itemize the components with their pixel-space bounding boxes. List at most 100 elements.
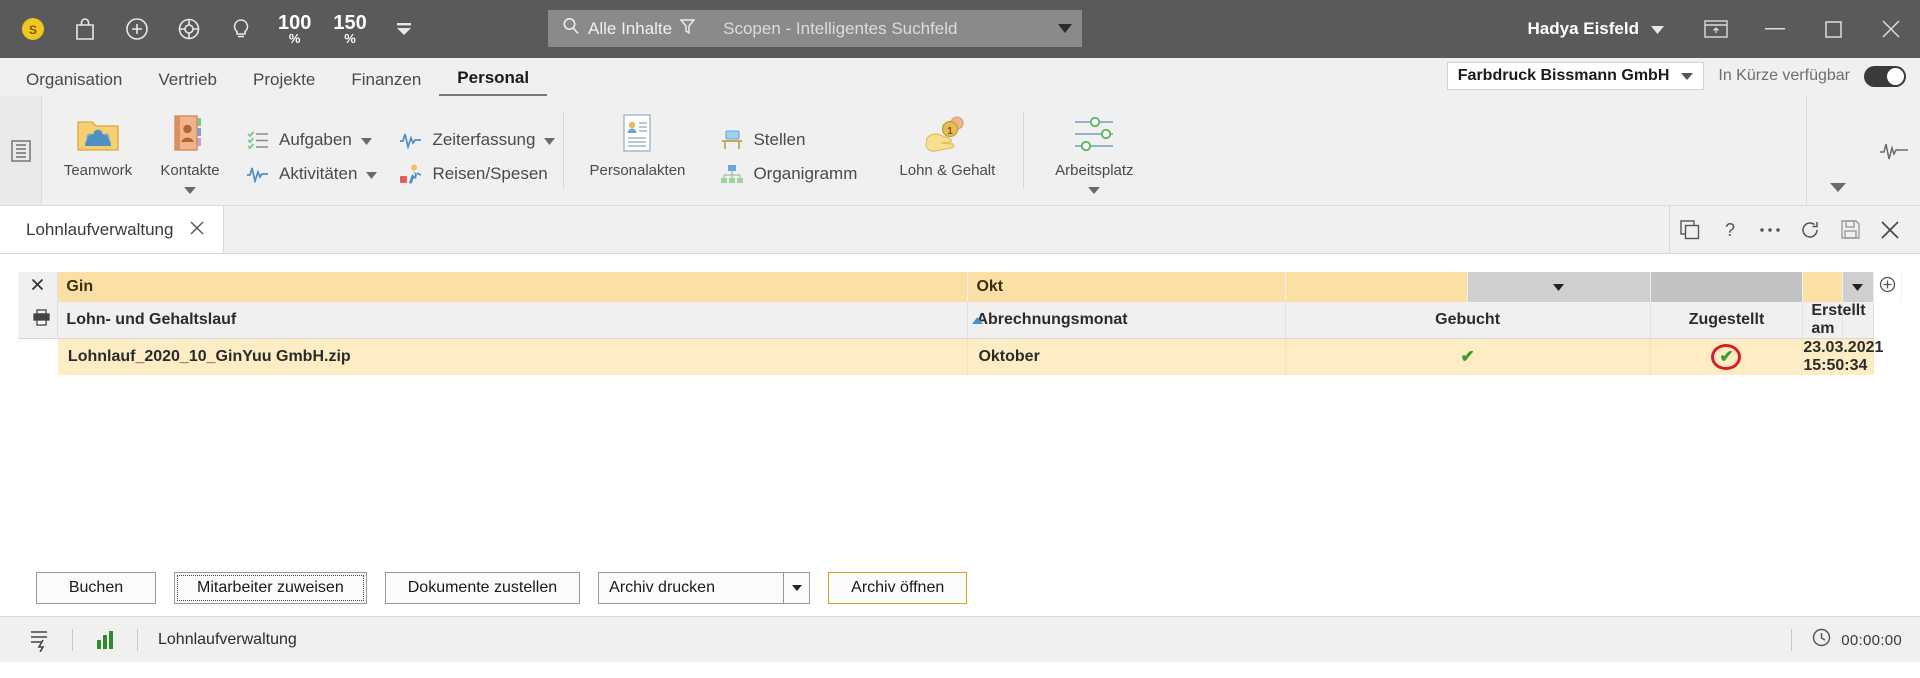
restore-window-button[interactable] <box>1686 0 1746 58</box>
chevron-down-icon[interactable] <box>184 181 196 199</box>
ribbon-button-personalakten[interactable]: Personalakten <box>582 102 692 179</box>
ribbon-tab-finanzen[interactable]: Finanzen <box>333 70 439 96</box>
ribbon-button-kontakte-label: Kontakte <box>160 162 220 179</box>
ribbon-button-arbeitsplatz[interactable]: Arbeitsplatz <box>1042 102 1146 199</box>
ribbon-button-reisen-spesen[interactable]: Reisen/Spesen <box>399 163 555 185</box>
save-icon[interactable] <box>1830 207 1870 253</box>
company-name-label: Farbdruck Bissmann GmbH <box>1457 67 1670 84</box>
cell-erstellt[interactable]: 23.03.2021 15:50:34 <box>1802 338 1883 375</box>
cell-zugestellt[interactable]: ✔ <box>1650 338 1804 375</box>
ribbon-launcher-button[interactable] <box>0 96 42 205</box>
more-options-icon[interactable] <box>1750 207 1790 253</box>
filter-dropdown-erstellt[interactable] <box>1842 272 1874 302</box>
close-button[interactable] <box>1862 0 1920 58</box>
filter-input-erstellt[interactable] <box>1802 272 1844 302</box>
ribbon-button-organigramm-label: Organigramm <box>753 163 858 183</box>
archiv-drucken-label[interactable]: Archiv drucken <box>599 573 783 603</box>
duplicate-window-icon[interactable] <box>1670 207 1710 253</box>
chevron-down-icon[interactable] <box>366 164 378 184</box>
cell-month[interactable]: Oktober <box>967 338 1286 375</box>
company-selector[interactable]: Farbdruck Bissmann GmbH <box>1446 62 1705 90</box>
add-column-button[interactable] <box>1873 272 1903 302</box>
grid-column-header-month[interactable]: Abrechnungsmonat <box>967 302 1286 339</box>
ribbon-group-team: Teamwork Kontakte <box>42 96 246 205</box>
archiv-oeffnen-button[interactable]: Archiv öffnen <box>828 572 968 604</box>
ribbon-tab-organisation[interactable]: Organisation <box>8 70 140 96</box>
titlebar-right-controls: Hadya Eisfeld <box>1528 0 1920 58</box>
search-dropdown-icon[interactable] <box>1048 24 1082 33</box>
maximize-button[interactable] <box>1804 0 1862 58</box>
ribbon-button-aufgaben[interactable]: Aufgaben <box>246 129 377 151</box>
status-module-label: Lohnlaufverwaltung <box>158 630 297 648</box>
ribbon-button-zeiterfassung-label: Zeiterfassung <box>432 129 536 149</box>
ribbon-collapse-button[interactable] <box>1806 96 1868 206</box>
ribbon-button-personalakten-label: Personalakten <box>589 162 686 179</box>
help-question-icon[interactable]: ? <box>1710 207 1750 253</box>
close-tab-icon[interactable] <box>189 220 205 240</box>
zoom-100-button[interactable]: 100 % <box>278 13 311 45</box>
availability-toggle[interactable] <box>1864 65 1906 87</box>
grid-column-header-name[interactable]: Lohn- und Gehaltslauf <box>57 302 969 339</box>
ribbon-button-lohn-gehalt[interactable]: 1 Lohn & Gehalt <box>889 102 1005 179</box>
filter-input-month[interactable]: Okt <box>967 272 1286 302</box>
search-input[interactable]: Scopen - Intelligentes Suchfeld <box>707 19 1048 39</box>
ribbon-tab-personal[interactable]: Personal <box>439 68 548 96</box>
table-row[interactable]: Lohnlauf_2020_10_GinYuu GmbH.zip Oktober… <box>18 338 1902 375</box>
global-search-bar[interactable]: Alle Inhalte Scopen - Intelligentes Such… <box>548 10 1082 47</box>
grid-column-header-month-label: Abrechnungsmonat <box>976 311 1128 328</box>
ribbon-button-teamwork[interactable]: Teamwork <box>52 102 144 179</box>
grid-column-header-zugestellt[interactable]: Zugestellt <box>1650 302 1804 339</box>
ribbon-tab-projekte[interactable]: Projekte <box>235 70 333 96</box>
archiv-drucken-split-button[interactable]: Archiv drucken <box>598 572 811 604</box>
minimize-button[interactable] <box>1746 0 1804 58</box>
chevron-down-icon[interactable] <box>360 130 372 150</box>
grid-column-header-gebucht-label: Gebucht <box>1435 311 1501 328</box>
chevron-down-icon[interactable] <box>389 14 419 44</box>
archiv-drucken-dropdown-icon[interactable] <box>783 573 809 603</box>
chevron-down-icon <box>1651 19 1664 39</box>
ribbon-button-stellen[interactable]: Stellen <box>720 129 857 151</box>
document-tab-tools: ? <box>1669 206 1920 253</box>
cell-name[interactable]: Lohnlauf_2020_10_GinYuu GmbH.zip <box>57 338 969 375</box>
dokumente-zustellen-button[interactable]: Dokumente zustellen <box>384 572 581 604</box>
clear-filter-button[interactable] <box>18 272 59 302</box>
document-tab-lohnlaufverwaltung[interactable]: Lohnlaufverwaltung <box>0 206 225 253</box>
printer-icon[interactable] <box>18 302 59 339</box>
chevron-down-icon[interactable] <box>1088 181 1101 199</box>
filter-funnel-icon[interactable] <box>679 18 696 40</box>
filter-dropdown-gebucht[interactable] <box>1467 272 1651 302</box>
app-logo-icon[interactable]: S <box>18 14 48 44</box>
ribbon-button-organigramm[interactable]: Organigramm <box>720 163 857 185</box>
bar-chart-icon[interactable] <box>83 629 127 651</box>
sort-ascending-icon <box>972 311 984 329</box>
search-scope-selector[interactable]: Alle Inhalte <box>548 17 707 40</box>
filter-input-zugestellt[interactable] <box>1650 272 1804 302</box>
grid-filter-row: Gin Okt <box>18 272 1903 302</box>
ribbon-tab-vertrieb[interactable]: Vertrieb <box>140 70 235 96</box>
grid-column-header-erstellt[interactable]: Erstellt am <box>1802 302 1866 339</box>
ribbon-button-stellen-label: Stellen <box>753 129 806 149</box>
filter-input-name[interactable]: Gin <box>57 272 969 302</box>
plus-circle-icon[interactable] <box>122 14 152 44</box>
chevron-down-icon[interactable] <box>544 130 556 150</box>
user-menu[interactable]: Hadya Eisfeld <box>1528 19 1664 39</box>
grid-column-header-gebucht[interactable]: Gebucht <box>1285 302 1651 339</box>
ribbon-button-zeiterfassung[interactable]: Zeiterfassung <box>399 129 556 151</box>
mitarbeiter-zuweisen-button[interactable]: Mitarbeiter zuweisen <box>174 572 367 604</box>
buchen-button[interactable]: Buchen <box>36 572 156 604</box>
refresh-icon[interactable] <box>1790 207 1830 253</box>
cell-gebucht[interactable]: ✔ <box>1285 338 1651 375</box>
lifebuoy-icon[interactable] <box>174 14 204 44</box>
zoom-150-button[interactable]: 150 % <box>333 13 366 45</box>
ribbon-button-kontakte[interactable]: Kontakte <box>144 102 236 199</box>
filter-input-gebucht[interactable] <box>1285 272 1468 302</box>
close-document-icon[interactable] <box>1870 207 1910 253</box>
shopping-bag-icon[interactable] <box>70 14 100 44</box>
contacts-book-icon <box>170 110 210 158</box>
ribbon-button-aktivitaeten[interactable]: Aktivitäten <box>246 163 378 185</box>
workflow-icon[interactable] <box>18 628 62 652</box>
payroll-grid: Gin Okt Lohn- und Gehaltslauf Abrechnung… <box>18 272 1903 375</box>
activity-pulse-icon[interactable] <box>1868 96 1920 206</box>
ribbon-right-area <box>1806 96 1920 206</box>
lightbulb-icon[interactable] <box>226 14 256 44</box>
